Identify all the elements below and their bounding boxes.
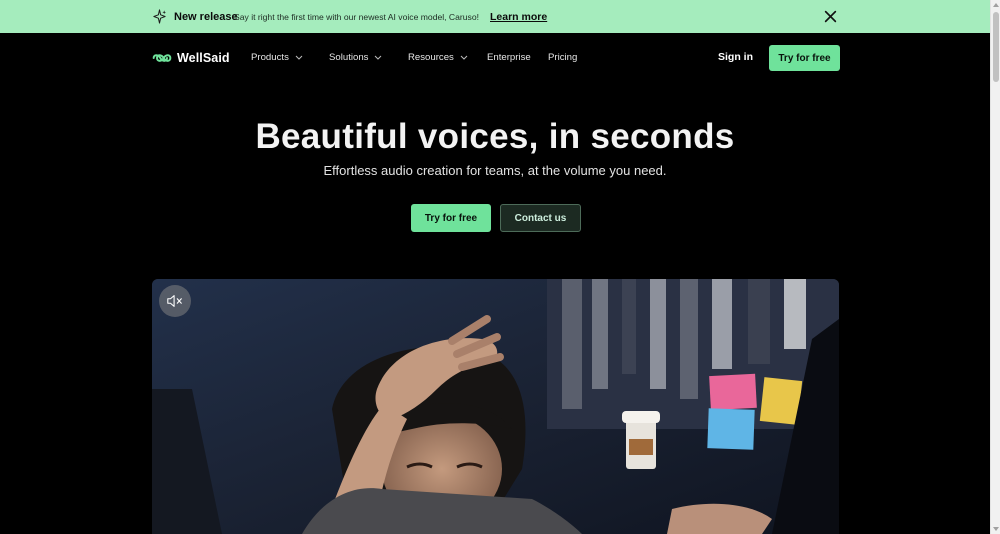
scroll-up-arrow-icon[interactable] bbox=[993, 3, 999, 7]
chevron-down-icon bbox=[375, 55, 382, 60]
page-scrollbar[interactable] bbox=[990, 0, 1000, 534]
announcement-bar: New release Say it right the first time … bbox=[0, 0, 990, 33]
nav-pricing-label: Pricing bbox=[548, 52, 578, 63]
nav-resources[interactable]: Resources bbox=[408, 52, 468, 63]
hero-video-frame bbox=[152, 279, 839, 534]
wellsaid-logo-icon bbox=[152, 54, 172, 62]
close-icon[interactable] bbox=[824, 10, 837, 23]
brand-logo[interactable]: WellSaid bbox=[152, 51, 230, 65]
hero-try-free-button[interactable]: Try for free bbox=[411, 204, 491, 232]
nav-resources-label: Resources bbox=[408, 52, 454, 63]
sign-in-link[interactable]: Sign in bbox=[718, 51, 753, 63]
hero-contact-us-button[interactable]: Contact us bbox=[500, 204, 581, 232]
scrollbar-thumb[interactable] bbox=[993, 12, 999, 82]
hero-video[interactable] bbox=[152, 279, 839, 534]
nav-enterprise-label: Enterprise bbox=[487, 52, 531, 63]
nav-solutions[interactable]: Solutions bbox=[329, 52, 382, 63]
nav-solutions-label: Solutions bbox=[329, 52, 369, 63]
nav-products-label: Products bbox=[251, 52, 289, 63]
mute-toggle-button[interactable] bbox=[159, 285, 191, 317]
nav-pricing[interactable]: Pricing bbox=[548, 52, 577, 63]
sparkle-icon bbox=[153, 9, 167, 24]
chevron-down-icon bbox=[295, 55, 303, 60]
chevron-down-icon bbox=[460, 55, 468, 60]
nav-enterprise[interactable]: Enterprise bbox=[487, 52, 531, 63]
brand-name: WellSaid bbox=[177, 51, 230, 65]
hero-title: Beautiful voices, in seconds bbox=[255, 117, 735, 156]
announcement-message: Say it right the first time with our new… bbox=[234, 12, 480, 22]
learn-more-link[interactable]: Learn more bbox=[490, 10, 547, 24]
nav-try-free-button[interactable]: Try for free bbox=[769, 45, 840, 71]
hero-subtitle: Effortless audio creation for teams, at … bbox=[323, 163, 667, 178]
main-nav: WellSaid Products Solutions Resources En… bbox=[0, 33, 990, 83]
scroll-down-arrow-icon[interactable] bbox=[993, 527, 999, 531]
speaker-muted-icon bbox=[167, 295, 182, 307]
announcement-badge: New release bbox=[174, 11, 238, 23]
nav-products[interactable]: Products bbox=[251, 52, 303, 63]
